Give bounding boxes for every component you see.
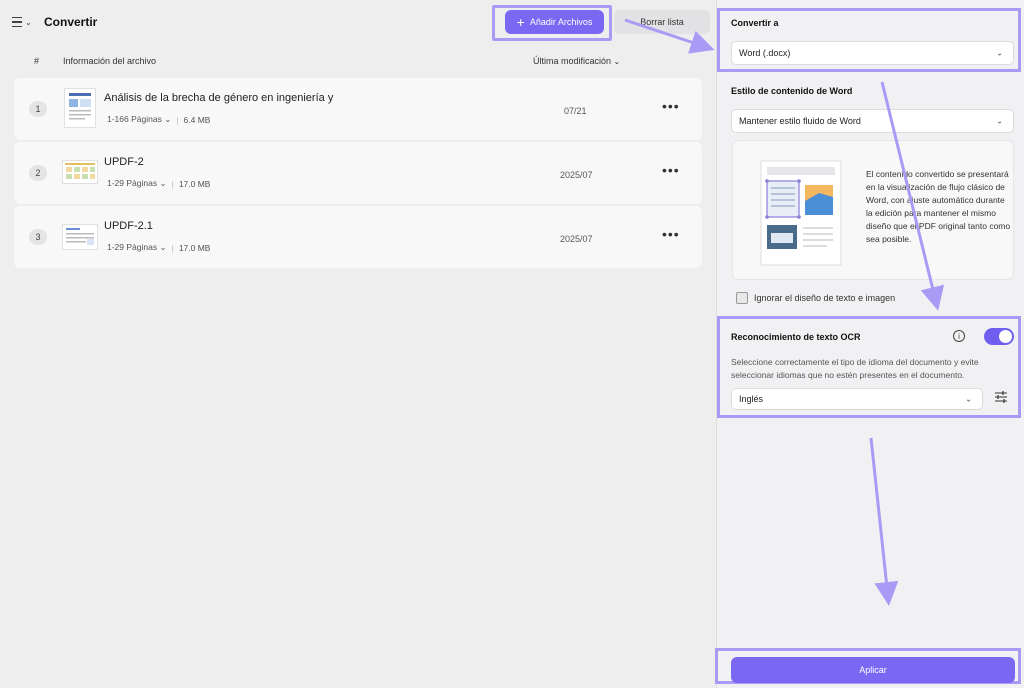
file-date: 07/21 xyxy=(564,106,587,116)
file-name: UPDF-2 xyxy=(104,156,144,168)
file-thumbnail xyxy=(62,160,98,184)
ocr-description: Seleccione correctamente el tipo de idio… xyxy=(731,357,979,380)
table-row[interactable]: 2 UPDF-2 1-29 Páginas ⌄ | 17.0 MB 2025/0… xyxy=(14,142,702,204)
table-row[interactable]: 1 Análisis de la brecha de género en ing… xyxy=(14,78,702,140)
style-description: El contenido convertido se presentará en… xyxy=(866,169,1011,244)
chevron-down-icon: ⌄ xyxy=(965,394,972,404)
file-date: 2025/07 xyxy=(560,234,593,244)
chevron-down-icon: ⌄ xyxy=(164,114,172,124)
word-style-label: Estilo de contenido de Word xyxy=(731,86,853,96)
file-name: Análisis de la brecha de género en ingen… xyxy=(104,92,334,104)
table-header: # Información del archivo Última modific… xyxy=(0,52,716,72)
column-last-modified[interactable]: Última modificación ⌄ xyxy=(533,56,620,66)
convert-to-label: Convertir a xyxy=(731,18,779,28)
file-meta: 1-29 Páginas ⌄ | 17.0 MB xyxy=(107,178,211,189)
file-name: UPDF-2.1 xyxy=(104,220,153,232)
format-select[interactable]: Word (.docx) ⌄ xyxy=(731,41,1014,65)
settings-sliders-icon[interactable] xyxy=(994,390,1008,404)
word-style-select[interactable]: Mantener estilo fluido de Word ⌄ xyxy=(731,109,1014,133)
chevron-down-icon: ⌄ xyxy=(613,57,621,66)
table-row[interactable]: 3 UPDF-2.1 1-29 Páginas ⌄ | 17.0 MB 2025… xyxy=(14,206,702,268)
file-list-area: ⌄ Convertir # Información del archivo Úl… xyxy=(0,0,716,688)
page-title: Convertir xyxy=(44,15,98,29)
more-options-icon[interactable]: ••• xyxy=(662,162,680,178)
language-select[interactable]: Inglés ⌄ xyxy=(731,388,983,410)
ignore-layout-option[interactable]: Ignorar el diseño de texto e imagen xyxy=(736,292,895,304)
page-range-select[interactable]: 1-29 Páginas ⌄ xyxy=(107,242,167,253)
file-thumbnail xyxy=(64,88,96,128)
add-files-button[interactable]: + Añadir Archivos xyxy=(505,10,604,34)
more-options-icon[interactable]: ••• xyxy=(662,98,680,114)
chevron-down-icon: ⌄ xyxy=(159,178,167,188)
plus-icon: + xyxy=(516,14,525,30)
file-size: 6.4 MB xyxy=(183,114,211,125)
file-size: 17.0 MB xyxy=(178,178,211,189)
info-icon[interactable]: i xyxy=(953,330,965,342)
document-preview-illustration xyxy=(760,160,842,266)
chevron-down-icon: ⌄ xyxy=(996,116,1003,126)
file-thumbnail xyxy=(62,224,98,250)
column-number: # xyxy=(34,56,40,66)
file-meta: 1-29 Páginas ⌄ | 17.0 MB xyxy=(107,242,211,253)
chevron-down-icon: ⌄ xyxy=(159,242,167,252)
more-options-icon[interactable]: ••• xyxy=(662,226,680,242)
clear-list-button[interactable]: Borrar lista xyxy=(614,10,710,34)
ignore-layout-checkbox[interactable] xyxy=(736,292,748,304)
page-range-select[interactable]: 1-166 Páginas ⌄ xyxy=(107,114,171,125)
ignore-layout-label: Ignorar el diseño de texto e imagen xyxy=(754,293,896,303)
menu-icon[interactable]: ⌄ xyxy=(12,13,36,31)
ocr-toggle[interactable] xyxy=(984,328,1014,345)
column-file-info: Información del archivo xyxy=(63,56,157,66)
file-date: 2025/07 xyxy=(560,170,593,180)
chevron-down-icon: ⌄ xyxy=(996,48,1003,58)
page-range-select[interactable]: 1-29 Páginas ⌄ xyxy=(107,178,167,189)
apply-button[interactable]: Aplicar xyxy=(731,657,1015,683)
file-size: 17.0 MB xyxy=(178,242,211,253)
row-index: 2 xyxy=(29,165,47,181)
ocr-label: Reconocimiento de texto OCR xyxy=(731,332,861,342)
row-index: 3 xyxy=(29,229,47,245)
file-meta: 1-166 Páginas ⌄ | 6.4 MB xyxy=(107,114,211,125)
row-index: 1 xyxy=(29,101,47,117)
